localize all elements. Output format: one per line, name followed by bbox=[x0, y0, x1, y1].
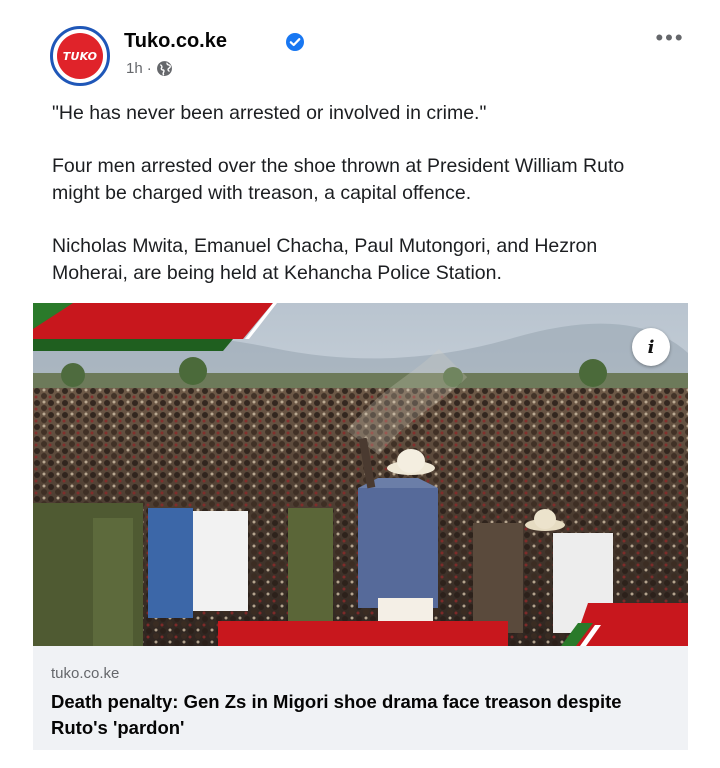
post-body: "He has never been arrested or involved … bbox=[52, 100, 672, 313]
more-options-icon[interactable]: ••• bbox=[650, 25, 690, 50]
post-timestamp[interactable]: 1h bbox=[126, 60, 143, 77]
post-meta: 1h · bbox=[126, 60, 173, 77]
avatar-logo: TUKO bbox=[57, 33, 103, 79]
post-paragraph: Nicholas Mwita, Emanuel Chacha, Paul Mut… bbox=[52, 235, 598, 284]
verified-badge-icon bbox=[286, 33, 304, 51]
post-paragraph: "He has never been arrested or involved … bbox=[52, 102, 487, 124]
post-paragraph: Four men arrested over the shoe thrown a… bbox=[52, 155, 625, 204]
rally-photo bbox=[33, 303, 688, 646]
link-title[interactable]: Death penalty: Gen Zs in Migori shoe dra… bbox=[51, 689, 671, 741]
article-image[interactable]: i bbox=[33, 303, 688, 646]
link-preview-card[interactable]: i tuko.co.ke Death penalty: Gen Zs in Mi… bbox=[33, 303, 688, 750]
info-icon[interactable]: i bbox=[632, 328, 670, 366]
avatar-logo-text: TUKO bbox=[62, 49, 98, 63]
meta-separator: · bbox=[146, 60, 152, 77]
page-avatar[interactable]: TUKO bbox=[50, 26, 110, 86]
link-domain: tuko.co.ke bbox=[51, 665, 120, 682]
page-name-link[interactable]: Tuko.co.ke bbox=[124, 30, 227, 53]
post-header: TUKO Tuko.co.ke 1h · ••• bbox=[50, 20, 690, 86]
globe-icon[interactable] bbox=[156, 60, 173, 77]
